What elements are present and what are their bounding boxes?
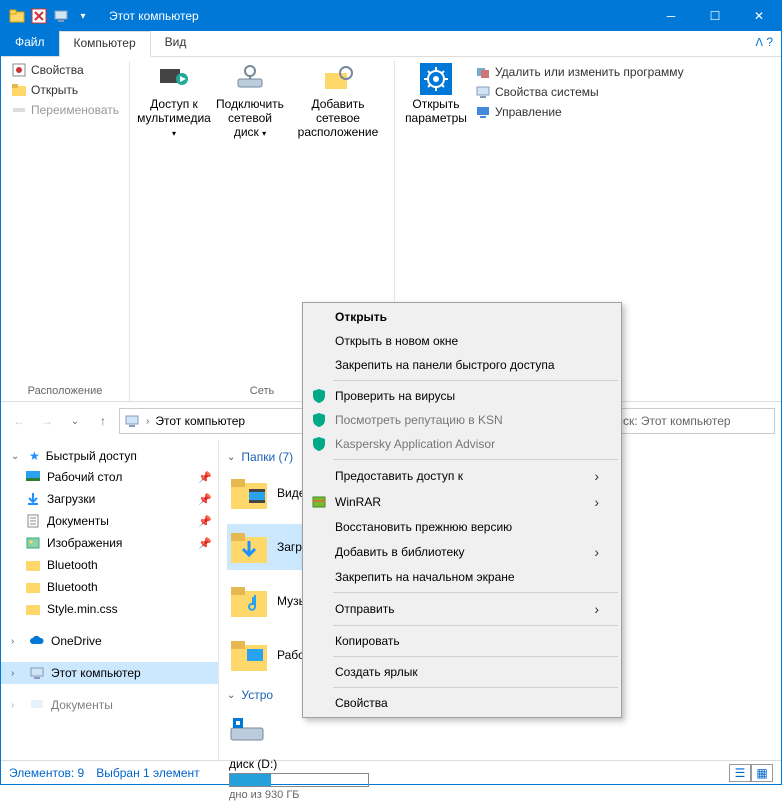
ribbon-properties-button[interactable]: Свойства xyxy=(7,61,123,79)
nav-more[interactable]: ›Документы xyxy=(1,694,218,716)
cm-separator xyxy=(333,687,618,688)
chevron-right-icon: › xyxy=(594,494,599,510)
cm-separator xyxy=(333,625,618,626)
nav-onedrive[interactable]: ›OneDrive xyxy=(1,630,218,652)
nav-forward-button: → xyxy=(35,409,59,433)
pin-icon: 📌 xyxy=(198,537,212,550)
shield-icon xyxy=(311,388,327,404)
qat-properties-icon[interactable] xyxy=(31,8,47,24)
cm-ksn-reputation[interactable]: Посмотреть репутацию в KSN xyxy=(305,408,619,432)
drive-d[interactable]: диск (D:) дно из 930 ГБ xyxy=(227,756,447,802)
ribbon-collapse-button[interactable]: ᐱ ? xyxy=(747,31,781,56)
cm-kaspersky-advisor[interactable]: Kaspersky Application Advisor xyxy=(305,432,619,456)
winrar-icon xyxy=(311,494,327,510)
tab-computer[interactable]: Компьютер xyxy=(59,31,151,57)
nav-up-button[interactable]: ↑ xyxy=(91,409,115,433)
chevron-right-icon: › xyxy=(594,544,599,560)
cm-properties[interactable]: Свойства xyxy=(305,691,619,715)
cm-pin-start[interactable]: Закрепить на начальном экране xyxy=(305,565,619,589)
cm-share-access[interactable]: Предоставить доступ к› xyxy=(305,463,619,489)
minimize-button[interactable]: ─ xyxy=(649,1,693,31)
cm-copy[interactable]: Копировать xyxy=(305,629,619,653)
status-item-count: Элементов: 9 xyxy=(9,766,84,780)
qat-thispc-icon[interactable] xyxy=(53,8,69,24)
nav-pictures[interactable]: Изображения📌 xyxy=(1,532,218,554)
close-button[interactable]: ✕ xyxy=(737,1,781,31)
cm-restore-version[interactable]: Восстановить прежнюю версию xyxy=(305,515,619,539)
status-selected: Выбран 1 элемент xyxy=(96,766,199,780)
cm-open[interactable]: Открыть xyxy=(305,305,619,329)
ribbon-open-settings-button[interactable]: Открыть параметры xyxy=(401,61,471,125)
titlebar: ▾ Этот компьютер ─ ☐ ✕ xyxy=(1,1,781,31)
cm-separator xyxy=(333,380,618,381)
cm-create-shortcut[interactable]: Создать ярлык xyxy=(305,660,619,684)
chevron-right-icon: › xyxy=(594,601,599,617)
ribbon-open-button[interactable]: Открыть xyxy=(7,81,123,99)
qat-dropdown-icon[interactable]: ▾ xyxy=(75,8,91,24)
breadcrumb-segment[interactable]: Этот компьютер xyxy=(155,414,245,428)
cm-scan-virus[interactable]: Проверить на вирусы xyxy=(305,384,619,408)
ribbon-uninstall-button[interactable]: Удалить или изменить программу xyxy=(471,63,688,81)
cm-pin-quick-access[interactable]: Закрепить на панели быстрого доступа xyxy=(305,353,619,377)
ribbon-media-access-button[interactable]: Доступ к мультимедиа ▾ xyxy=(136,61,212,139)
navigation-pane: ⌄★Быстрый доступ Рабочий стол📌 Загрузки📌… xyxy=(1,440,219,760)
ribbon-tabs: Файл Компьютер Вид ᐱ ? xyxy=(1,31,781,57)
cm-separator xyxy=(333,592,618,593)
star-icon: ★ xyxy=(29,449,40,463)
chevron-right-icon: › xyxy=(594,468,599,484)
nav-recent-dropdown[interactable]: ⌄ xyxy=(63,409,87,433)
ribbon-map-drive-button[interactable]: Подключить сетевой диск ▾ xyxy=(212,61,288,139)
nav-back-button: ← xyxy=(7,409,31,433)
nav-documents[interactable]: Документы📌 xyxy=(1,510,218,532)
cm-send-to[interactable]: Отправить› xyxy=(305,596,619,622)
ribbon-group-network: Сеть xyxy=(250,381,274,401)
nav-bluetooth-2[interactable]: Bluetooth xyxy=(1,576,218,598)
shield-icon xyxy=(311,436,327,452)
window-title: Этот компьютер xyxy=(99,9,649,23)
cm-open-new-window[interactable]: Открыть в новом окне xyxy=(305,329,619,353)
nav-thispc[interactable]: ›Этот компьютер xyxy=(1,662,218,684)
nav-stylecss[interactable]: Style.min.css xyxy=(1,598,218,620)
cm-winrar[interactable]: WinRAR› xyxy=(305,489,619,515)
drive-capacity-bar xyxy=(229,773,369,787)
monitor-icon xyxy=(124,413,140,429)
tab-view[interactable]: Вид xyxy=(151,31,201,56)
ribbon-rename-button: Переименовать xyxy=(7,101,123,119)
nav-bluetooth-1[interactable]: Bluetooth xyxy=(1,554,218,576)
nav-downloads[interactable]: Загрузки📌 xyxy=(1,488,218,510)
ribbon-group-location: Расположение xyxy=(28,381,103,401)
nav-desktop[interactable]: Рабочий стол📌 xyxy=(1,466,218,488)
cm-separator xyxy=(333,656,618,657)
shield-icon xyxy=(311,412,327,428)
pin-icon: 📌 xyxy=(198,471,212,484)
ribbon-add-location-button[interactable]: Добавить сетевое расположение xyxy=(288,61,388,139)
context-menu: Открыть Открыть в новом окне Закрепить н… xyxy=(302,302,622,718)
tab-file[interactable]: Файл xyxy=(1,31,59,56)
nav-quick-access[interactable]: ⌄★Быстрый доступ xyxy=(1,446,218,466)
ribbon-manage-button[interactable]: Управление xyxy=(471,103,688,121)
cm-add-library[interactable]: Добавить в библиотеку› xyxy=(305,539,619,565)
qat-folder-icon[interactable] xyxy=(9,8,25,24)
ribbon-sysprops-button[interactable]: Свойства системы xyxy=(471,83,688,101)
cm-separator xyxy=(333,459,618,460)
maximize-button[interactable]: ☐ xyxy=(693,1,737,31)
pin-icon: 📌 xyxy=(198,493,212,506)
pin-icon: 📌 xyxy=(198,515,212,528)
